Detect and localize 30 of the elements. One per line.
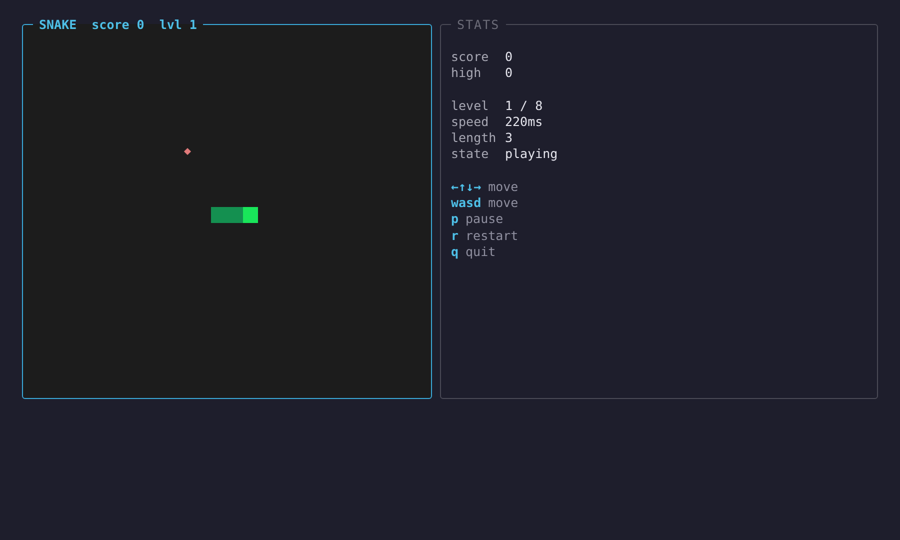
key-action: quit xyxy=(466,244,496,260)
stat-label: level xyxy=(451,98,490,114)
key-hint: wasd xyxy=(451,195,482,212)
stat-label: high xyxy=(451,65,482,82)
key-hint: q xyxy=(451,244,459,260)
score-label: score 0 xyxy=(92,17,144,32)
key-action: move xyxy=(488,178,518,196)
stat-value: 220ms xyxy=(505,114,543,130)
stat-value: 3 xyxy=(505,130,513,146)
key-hint: r xyxy=(451,228,459,244)
key-action: move xyxy=(488,195,518,212)
key-action: restart xyxy=(466,228,518,244)
key-hint: ←↑↓→ xyxy=(451,178,482,196)
stats-title: STATS xyxy=(457,17,500,32)
snake-segment xyxy=(227,207,243,223)
snake-segment xyxy=(211,207,227,223)
level-label: lvl 1 xyxy=(159,17,197,32)
key-action: pause xyxy=(466,211,504,228)
food-pellet xyxy=(184,148,192,155)
stat-label: speed xyxy=(451,114,490,130)
game-title: SNAKE xyxy=(39,17,77,32)
key-hint: p xyxy=(451,211,459,228)
snake-head xyxy=(242,207,258,223)
stat-value: 1 / 8 xyxy=(505,98,543,114)
stat-label: score xyxy=(451,49,490,66)
stat-value: playing xyxy=(505,146,558,163)
stat-label: state xyxy=(451,146,490,163)
stat-label: length xyxy=(451,130,498,146)
stat-value: 0 xyxy=(505,49,513,66)
stat-value: 0 xyxy=(505,65,513,82)
